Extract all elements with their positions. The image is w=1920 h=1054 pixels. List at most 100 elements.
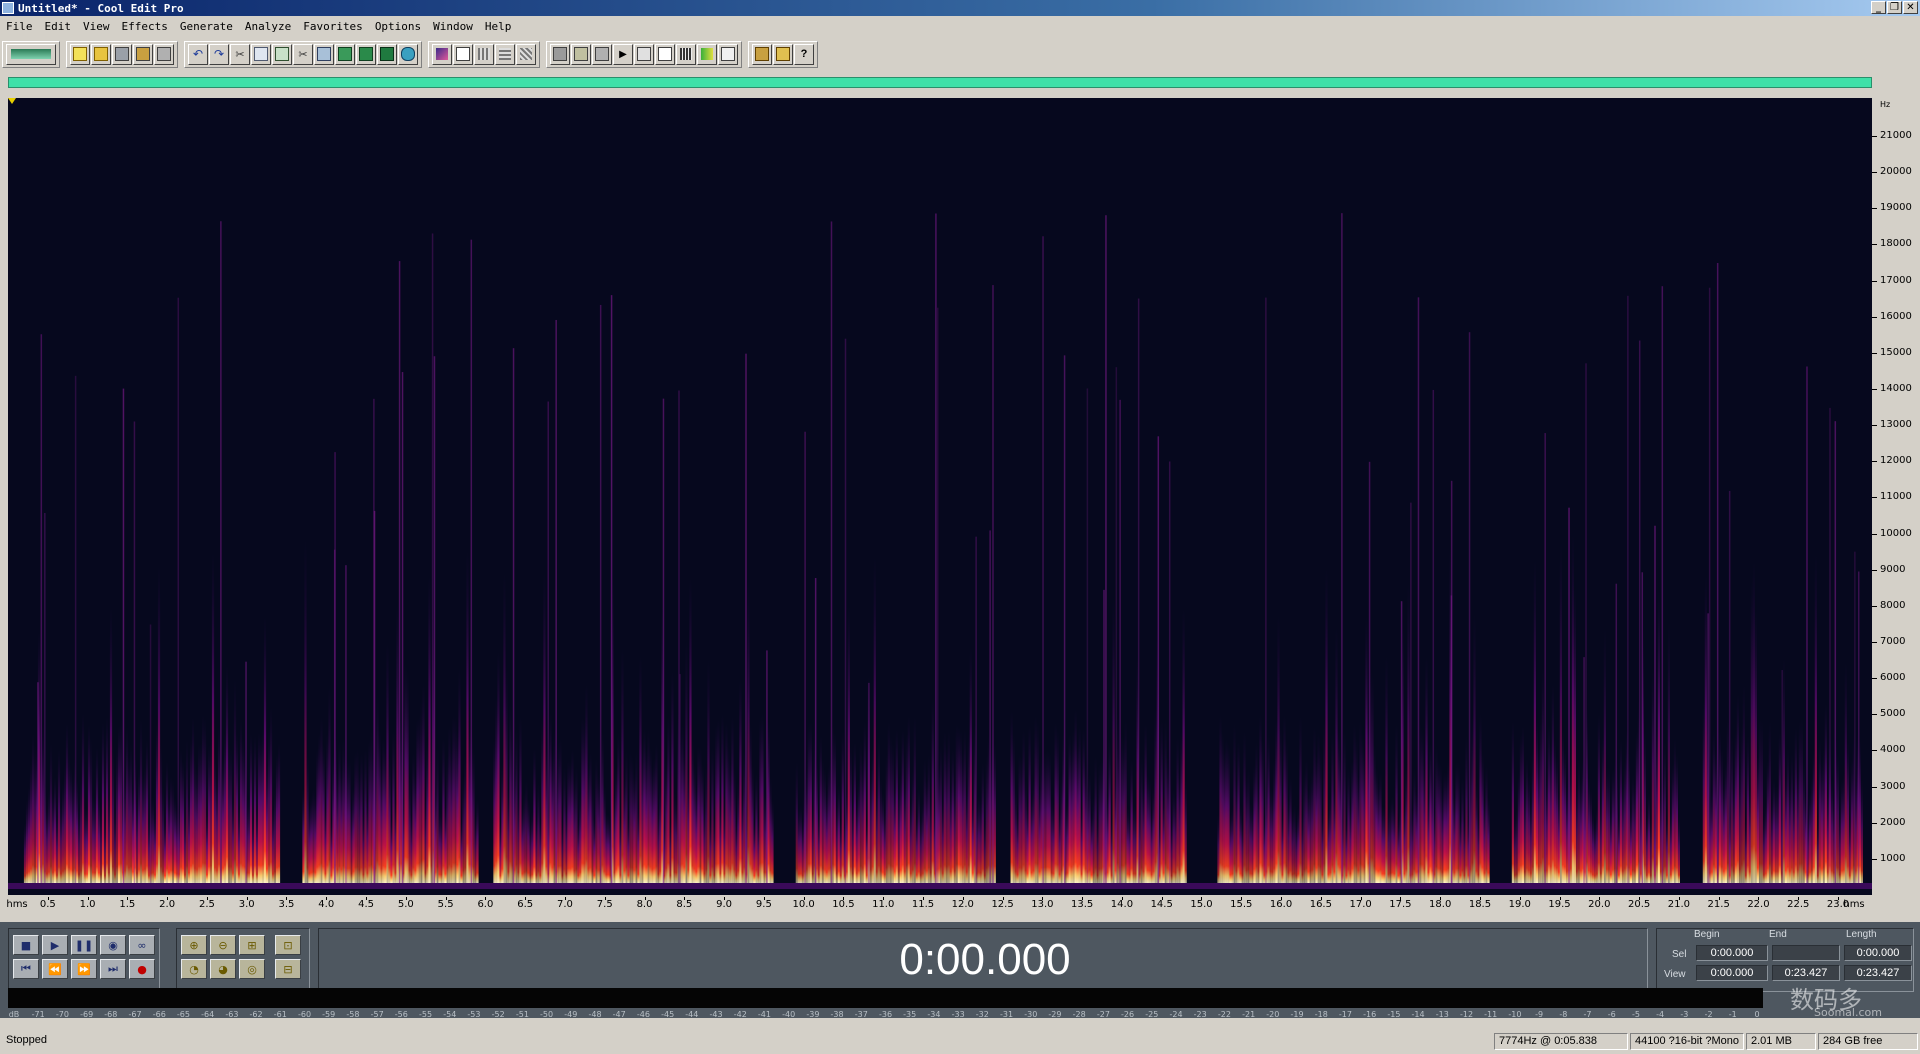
spectrogram[interactable] xyxy=(8,98,1872,895)
copy-button[interactable] xyxy=(251,43,271,65)
menu-window[interactable]: Window xyxy=(427,17,479,37)
start-marker-icon[interactable] xyxy=(8,98,16,104)
spectrum-column xyxy=(959,730,962,883)
sel-end-field[interactable] xyxy=(1772,945,1840,961)
spectrum-column xyxy=(99,809,103,883)
stats-button[interactable] xyxy=(495,43,515,65)
open-file-button[interactable] xyxy=(91,43,111,65)
spectral-view-button[interactable] xyxy=(432,43,452,65)
paste-new-button[interactable] xyxy=(335,43,355,65)
zoom-selection-button[interactable]: ◎ xyxy=(239,959,265,979)
cue-list-button[interactable] xyxy=(676,43,696,65)
loop-button[interactable]: ∞ xyxy=(129,935,155,955)
zoom-in-button[interactable]: ⊕ xyxy=(181,935,207,955)
menu-effects[interactable]: Effects xyxy=(116,17,174,37)
sel-begin-field[interactable]: 0:00.000 xyxy=(1696,945,1768,961)
repeat-button[interactable]: ✂ xyxy=(230,43,250,65)
spectrum-column xyxy=(1808,792,1811,883)
spectrum-streak xyxy=(1265,297,1267,883)
menu-edit[interactable]: Edit xyxy=(39,17,78,37)
preferences-icon xyxy=(776,47,790,61)
save-button[interactable] xyxy=(112,43,132,65)
spectrum-column xyxy=(1603,627,1607,883)
device-properties-button[interactable] xyxy=(752,43,772,65)
undo-button[interactable]: ↶ xyxy=(188,43,208,65)
rewind-button[interactable]: ⏪ xyxy=(42,959,68,979)
meter-scale-label: -27 xyxy=(1096,1010,1110,1019)
new-file-button[interactable] xyxy=(70,43,90,65)
save-all-button[interactable] xyxy=(133,43,153,65)
device-icon xyxy=(755,47,769,61)
trim-button[interactable] xyxy=(377,43,397,65)
spectrum-column xyxy=(1617,816,1621,883)
select-all-button[interactable] xyxy=(398,43,418,65)
zoom-out-button[interactable]: ⊖ xyxy=(210,935,236,955)
preferences-button[interactable] xyxy=(773,43,793,65)
time-label: 20.0 xyxy=(1588,899,1611,910)
fast-forward-button[interactable]: ⏩ xyxy=(71,959,97,979)
spectrum-column xyxy=(1164,717,1167,883)
overview-bar[interactable] xyxy=(8,77,1872,88)
mix-paste-button[interactable] xyxy=(356,43,376,65)
menu-file[interactable]: File xyxy=(0,17,39,37)
play-to-end-button[interactable]: ◉ xyxy=(100,935,126,955)
menu-view[interactable]: View xyxy=(77,17,116,37)
go-to-end-button[interactable]: ⏭ xyxy=(100,959,126,979)
sel-length-field[interactable]: 0:00.000 xyxy=(1844,945,1912,961)
spectrum-column xyxy=(1072,728,1075,883)
spectrum-column xyxy=(1182,607,1185,883)
spectrum-column xyxy=(1740,725,1743,883)
level-meter-button[interactable] xyxy=(697,43,717,65)
stop-button[interactable]: ■ xyxy=(13,935,39,955)
menu-analyze[interactable]: Analyze xyxy=(239,17,297,37)
paste-button[interactable] xyxy=(314,43,334,65)
record-button[interactable]: ● xyxy=(129,959,155,979)
view-begin-field[interactable]: 0:00.000 xyxy=(1696,965,1768,981)
zoom-vertical-out-button[interactable]: ⊟ xyxy=(275,959,301,979)
pause-button[interactable]: ❚❚ xyxy=(71,935,97,955)
scan-button[interactable] xyxy=(634,43,654,65)
zoom-vertical-in-button[interactable]: ⊡ xyxy=(275,935,301,955)
spectrum-column xyxy=(1359,718,1362,883)
phase-button[interactable] xyxy=(516,43,536,65)
menu-options[interactable]: Options xyxy=(369,17,427,37)
toggle-panel-button[interactable] xyxy=(718,43,738,65)
go-to-start-button[interactable]: ⏮ xyxy=(13,959,39,979)
play-button[interactable]: ▶ xyxy=(42,935,68,955)
spectrum-streak xyxy=(1728,490,1731,883)
close-file-button[interactable] xyxy=(154,43,174,65)
spectrum-column xyxy=(673,792,676,883)
spectrum-column xyxy=(1722,783,1725,883)
menu-favorites[interactable]: Favorites xyxy=(297,17,369,37)
menu-generate[interactable]: Generate xyxy=(174,17,239,37)
spectrum-column xyxy=(1754,608,1757,883)
spectral-view[interactable] xyxy=(8,98,1872,895)
minimize-button[interactable]: _ xyxy=(1871,1,1886,14)
multitrack-toggle-button[interactable] xyxy=(6,43,56,65)
cut-button[interactable]: ✂ xyxy=(293,43,313,65)
mixer-button[interactable] xyxy=(592,43,612,65)
play-button-toolbar[interactable]: ▶ xyxy=(613,43,633,65)
waveform-view-button[interactable] xyxy=(453,43,473,65)
restore-button[interactable]: ❐ xyxy=(1887,1,1902,14)
close-button[interactable]: ✕ xyxy=(1903,1,1918,14)
redo-button[interactable]: ↷ xyxy=(209,43,229,65)
frequency-analysis-button[interactable] xyxy=(474,43,494,65)
zoom-left-button[interactable]: ◔ xyxy=(181,959,207,979)
spectrum-streak xyxy=(1654,525,1656,883)
frequency-tick xyxy=(1872,135,1877,137)
settings-button[interactable] xyxy=(571,43,591,65)
timecode-button[interactable] xyxy=(655,43,675,65)
menu-help[interactable]: Help xyxy=(479,17,518,37)
spectrum-streak xyxy=(1854,551,1856,883)
view-length-field[interactable]: 0:23.427 xyxy=(1844,965,1912,981)
zoom-full-button[interactable]: ⊞ xyxy=(239,935,265,955)
help-button[interactable]: ? xyxy=(794,43,814,65)
app-icon[interactable] xyxy=(2,2,14,14)
zoom-right-button[interactable]: ◕ xyxy=(210,959,236,979)
spectrum-column xyxy=(901,730,904,883)
view-end-field[interactable]: 0:23.427 xyxy=(1772,965,1840,981)
window-list-button[interactable] xyxy=(550,43,570,65)
meter-scale-label: -3 xyxy=(1680,1010,1689,1019)
copy-new-button[interactable] xyxy=(272,43,292,65)
